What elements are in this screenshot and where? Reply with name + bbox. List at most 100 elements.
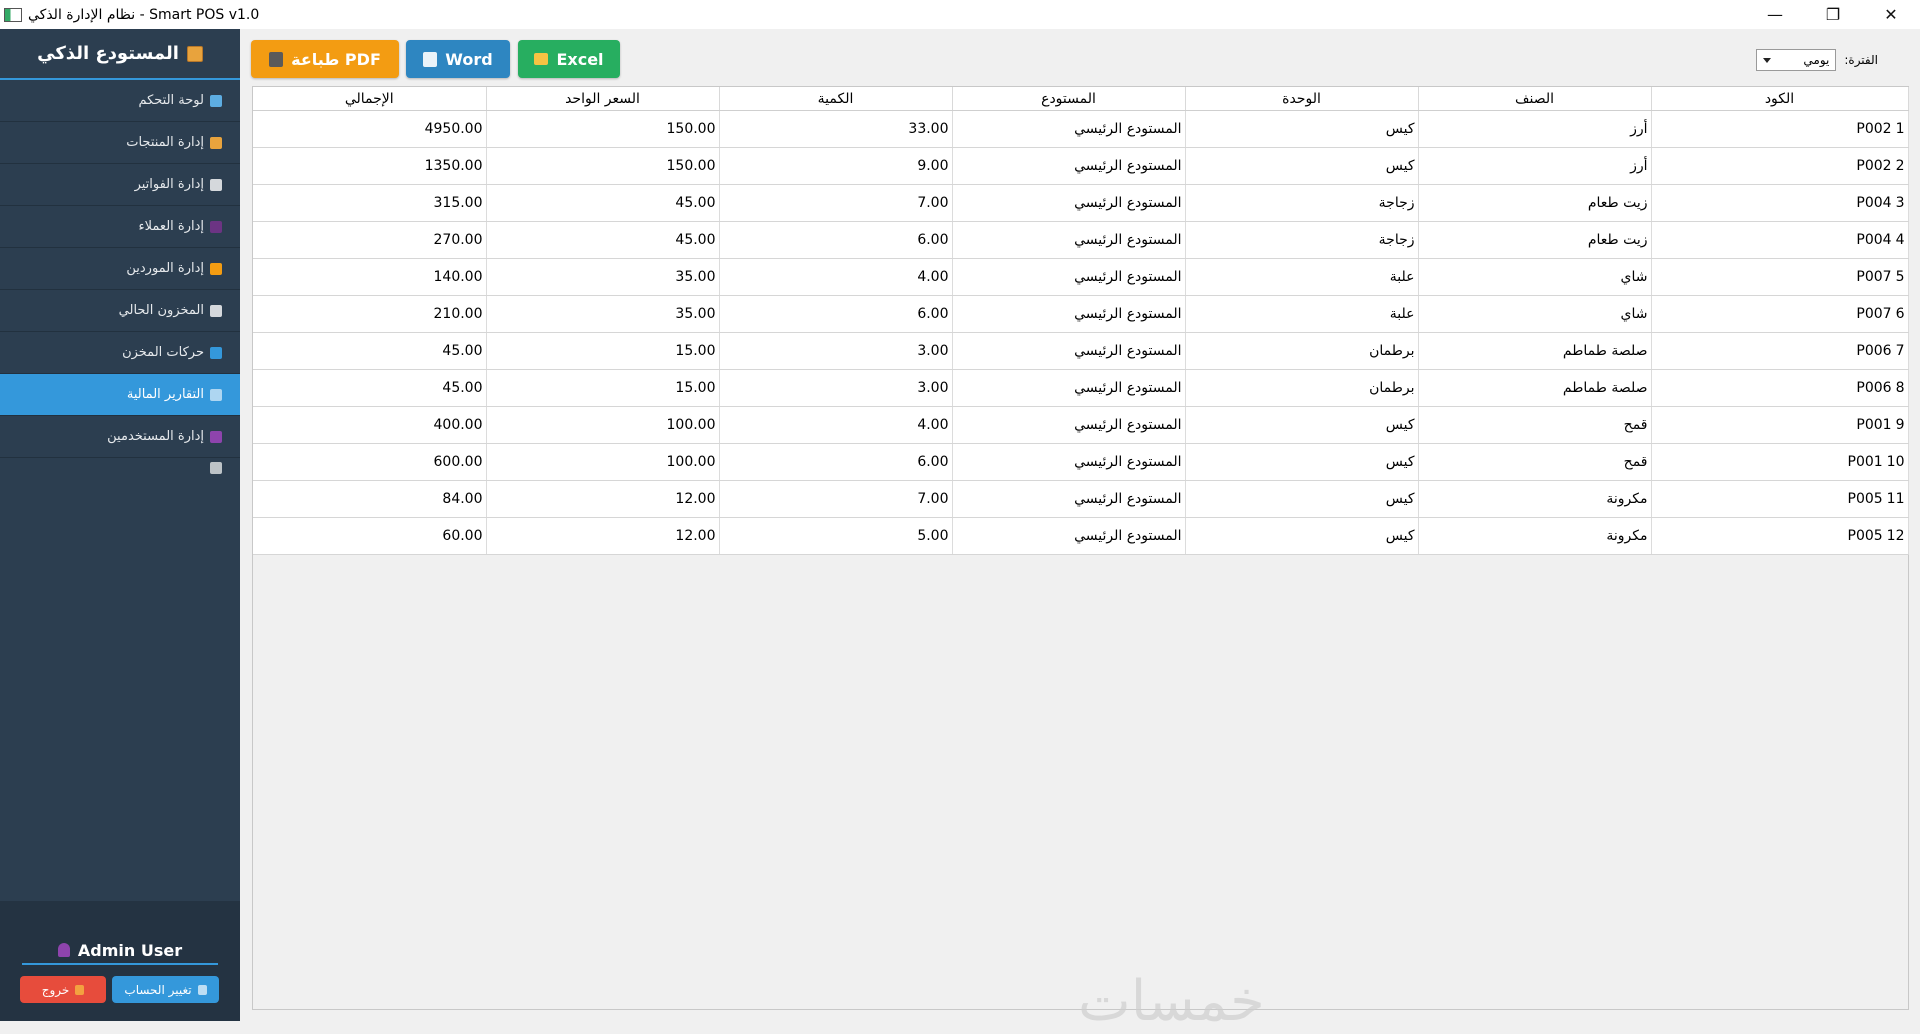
cell-item: أرز [1418,110,1652,148]
export-word-label: Word [445,49,493,69]
cell-code: P007 5 [1651,258,1909,296]
table-row[interactable]: 1350.00 150.00 9.00 المستودع الرئيسي كيس أرز P… [253,147,1909,185]
window-controls: — ❐ ✕ [1746,0,1920,29]
export-word-button[interactable]: Word [406,40,510,78]
cell-item: صلصة طماطم [1418,332,1652,370]
sidebar-item-label: التقارير المالية [126,387,204,402]
cell-total: 60.00 [253,517,487,555]
sidebar-item[interactable]: إدارة العملاء [0,206,240,248]
table-row[interactable]: 4950.00 150.00 33.00 المستودع الرئيسي كيس أرز… [253,110,1909,148]
main-area: طباعة PDF Word Excel الفترة: يومي الإجما… [240,29,1920,1034]
column-header[interactable]: السعر الواحد [486,87,720,111]
sidebar-item[interactable]: المخزون الحالي [0,290,240,332]
column-header[interactable]: الكمية [719,87,953,111]
export-excel-label: Excel [556,49,604,69]
cell-code: P002 1 [1651,110,1909,148]
export-excel-button[interactable]: Excel [518,40,620,78]
cell-warehouse: المستودع الرئيسي [952,147,1186,185]
user-name-row: Admin User [22,937,218,965]
row-number: 12 [1886,528,1905,544]
table-row[interactable]: 210.00 35.00 6.00 المستودع الرئيسي علبة شاي P0… [253,295,1909,333]
cell-price: 150.00 [486,110,720,148]
cell-code: P006 7 [1651,332,1909,370]
cell-warehouse: المستودع الرئيسي [952,443,1186,481]
cell-code-value: P001 [1847,454,1883,470]
table-row[interactable]: 84.00 12.00 7.00 المستودع الرئيسي كيس مكرونة P… [253,480,1909,518]
period-select[interactable]: يومي [1756,49,1837,71]
cell-item: قمح [1418,406,1652,444]
cell-price: 100.00 [486,406,720,444]
cell-unit: كيس [1185,406,1419,444]
cell-warehouse: المستودع الرئيسي [952,369,1186,407]
switch-account-button[interactable]: تغيير الحساب [112,976,219,1003]
cell-code-value: P002 [1856,158,1892,174]
cell-code-value: P007 [1856,269,1892,285]
table-row[interactable]: 270.00 45.00 6.00 المستودع الرئيسي زجاجة زيت … [253,221,1909,259]
sidebar-item-icon [210,178,222,191]
close-button[interactable]: ✕ [1862,0,1920,29]
row-number: 10 [1886,454,1905,470]
sidebar-item[interactable]: إدارة المستخدمين [0,416,240,458]
cell-unit: علبة [1185,295,1419,333]
sidebar-item[interactable]: إدارة الموردين [0,248,240,290]
table-row[interactable]: 400.00 100.00 4.00 المستودع الرئيسي كيس قمح P0… [253,406,1909,444]
restore-button[interactable]: ❐ [1804,0,1862,29]
cell-item: مكرونة [1418,480,1652,518]
table-row[interactable]: 60.00 12.00 5.00 المستودع الرئيسي كيس مكرونة P… [253,517,1909,555]
cell-warehouse: المستودع الرئيسي [952,221,1186,259]
period-value: يومي [1803,53,1830,67]
cell-total: 400.00 [253,406,487,444]
cell-warehouse: المستودع الرئيسي [952,332,1186,370]
column-header[interactable]: الوحدة [1185,87,1419,111]
cell-item: زيت طعام [1418,221,1652,259]
cell-unit: كيس [1185,480,1419,518]
logout-button[interactable]: خروج [20,976,106,1003]
sidebar-item[interactable]: لوحة التحكم [0,80,240,122]
sidebar-item[interactable]: إدارة المنتجات [0,122,240,164]
print-pdf-label: طباعة PDF [291,49,381,69]
cell-code: P004 3 [1651,184,1909,222]
row-number: 1 [1895,121,1905,137]
cell-code: P006 8 [1651,369,1909,407]
sidebar-item[interactable]: التقارير المالية [0,374,240,416]
cell-qty: 9.00 [719,147,953,185]
sidebar-item-clipped[interactable] [0,458,240,480]
cell-code-value: P004 [1856,232,1892,248]
column-header[interactable]: الكود [1651,87,1909,111]
cell-price: 15.00 [486,332,720,370]
column-header[interactable]: المستودع [952,87,1186,111]
brand-header: المستودع الذكي [0,29,240,80]
table-row[interactable]: 315.00 45.00 7.00 المستودع الرئيسي زجاجة زيت … [253,184,1909,222]
column-header[interactable]: الإجمالي [253,87,487,111]
table-row[interactable]: 600.00 100.00 6.00 المستودع الرئيسي كيس قمح P0… [253,443,1909,481]
table-row[interactable]: 45.00 15.00 3.00 المستودع الرئيسي برطمان صلصة… [253,369,1909,407]
cell-unit: برطمان [1185,369,1419,407]
minimize-button[interactable]: — [1746,0,1804,29]
box-icon [186,45,203,62]
sidebar-item[interactable]: إدارة الفواتير [0,164,240,206]
cell-code-value: P006 [1856,380,1892,396]
cell-warehouse: المستودع الرئيسي [952,295,1186,333]
print-pdf-button[interactable]: طباعة PDF [251,40,399,78]
table-body: 4950.00 150.00 33.00 المستودع الرئيسي كيس أرز… [253,110,1909,555]
sidebar-item-icon [210,262,222,275]
cell-total: 315.00 [253,184,487,222]
cell-qty: 6.00 [719,221,953,259]
sidebar-item[interactable]: حركات المخزن [0,332,240,374]
cell-qty: 7.00 [719,184,953,222]
cell-total: 270.00 [253,221,487,259]
cell-unit: كيس [1185,517,1419,555]
cell-warehouse: المستودع الرئيسي [952,258,1186,296]
cell-code-value: P004 [1856,195,1892,211]
table-row[interactable]: 45.00 15.00 3.00 المستودع الرئيسي برطمان صلصة… [253,332,1909,370]
report-table-container: الإجمالي السعر الواحد الكمية المستودع الوحدة… [252,86,1909,1010]
table-row[interactable]: 140.00 35.00 4.00 المستودع الرئيسي علبة شاي P0… [253,258,1909,296]
switch-account-label: تغيير الحساب [124,982,192,997]
column-header[interactable]: الصنف [1418,87,1652,111]
cell-item: مكرونة [1418,517,1652,555]
app-icon [4,7,22,22]
row-number: 3 [1895,195,1905,211]
cell-unit: كيس [1185,110,1419,148]
cell-code: P004 4 [1651,221,1909,259]
refresh-icon [197,984,207,995]
